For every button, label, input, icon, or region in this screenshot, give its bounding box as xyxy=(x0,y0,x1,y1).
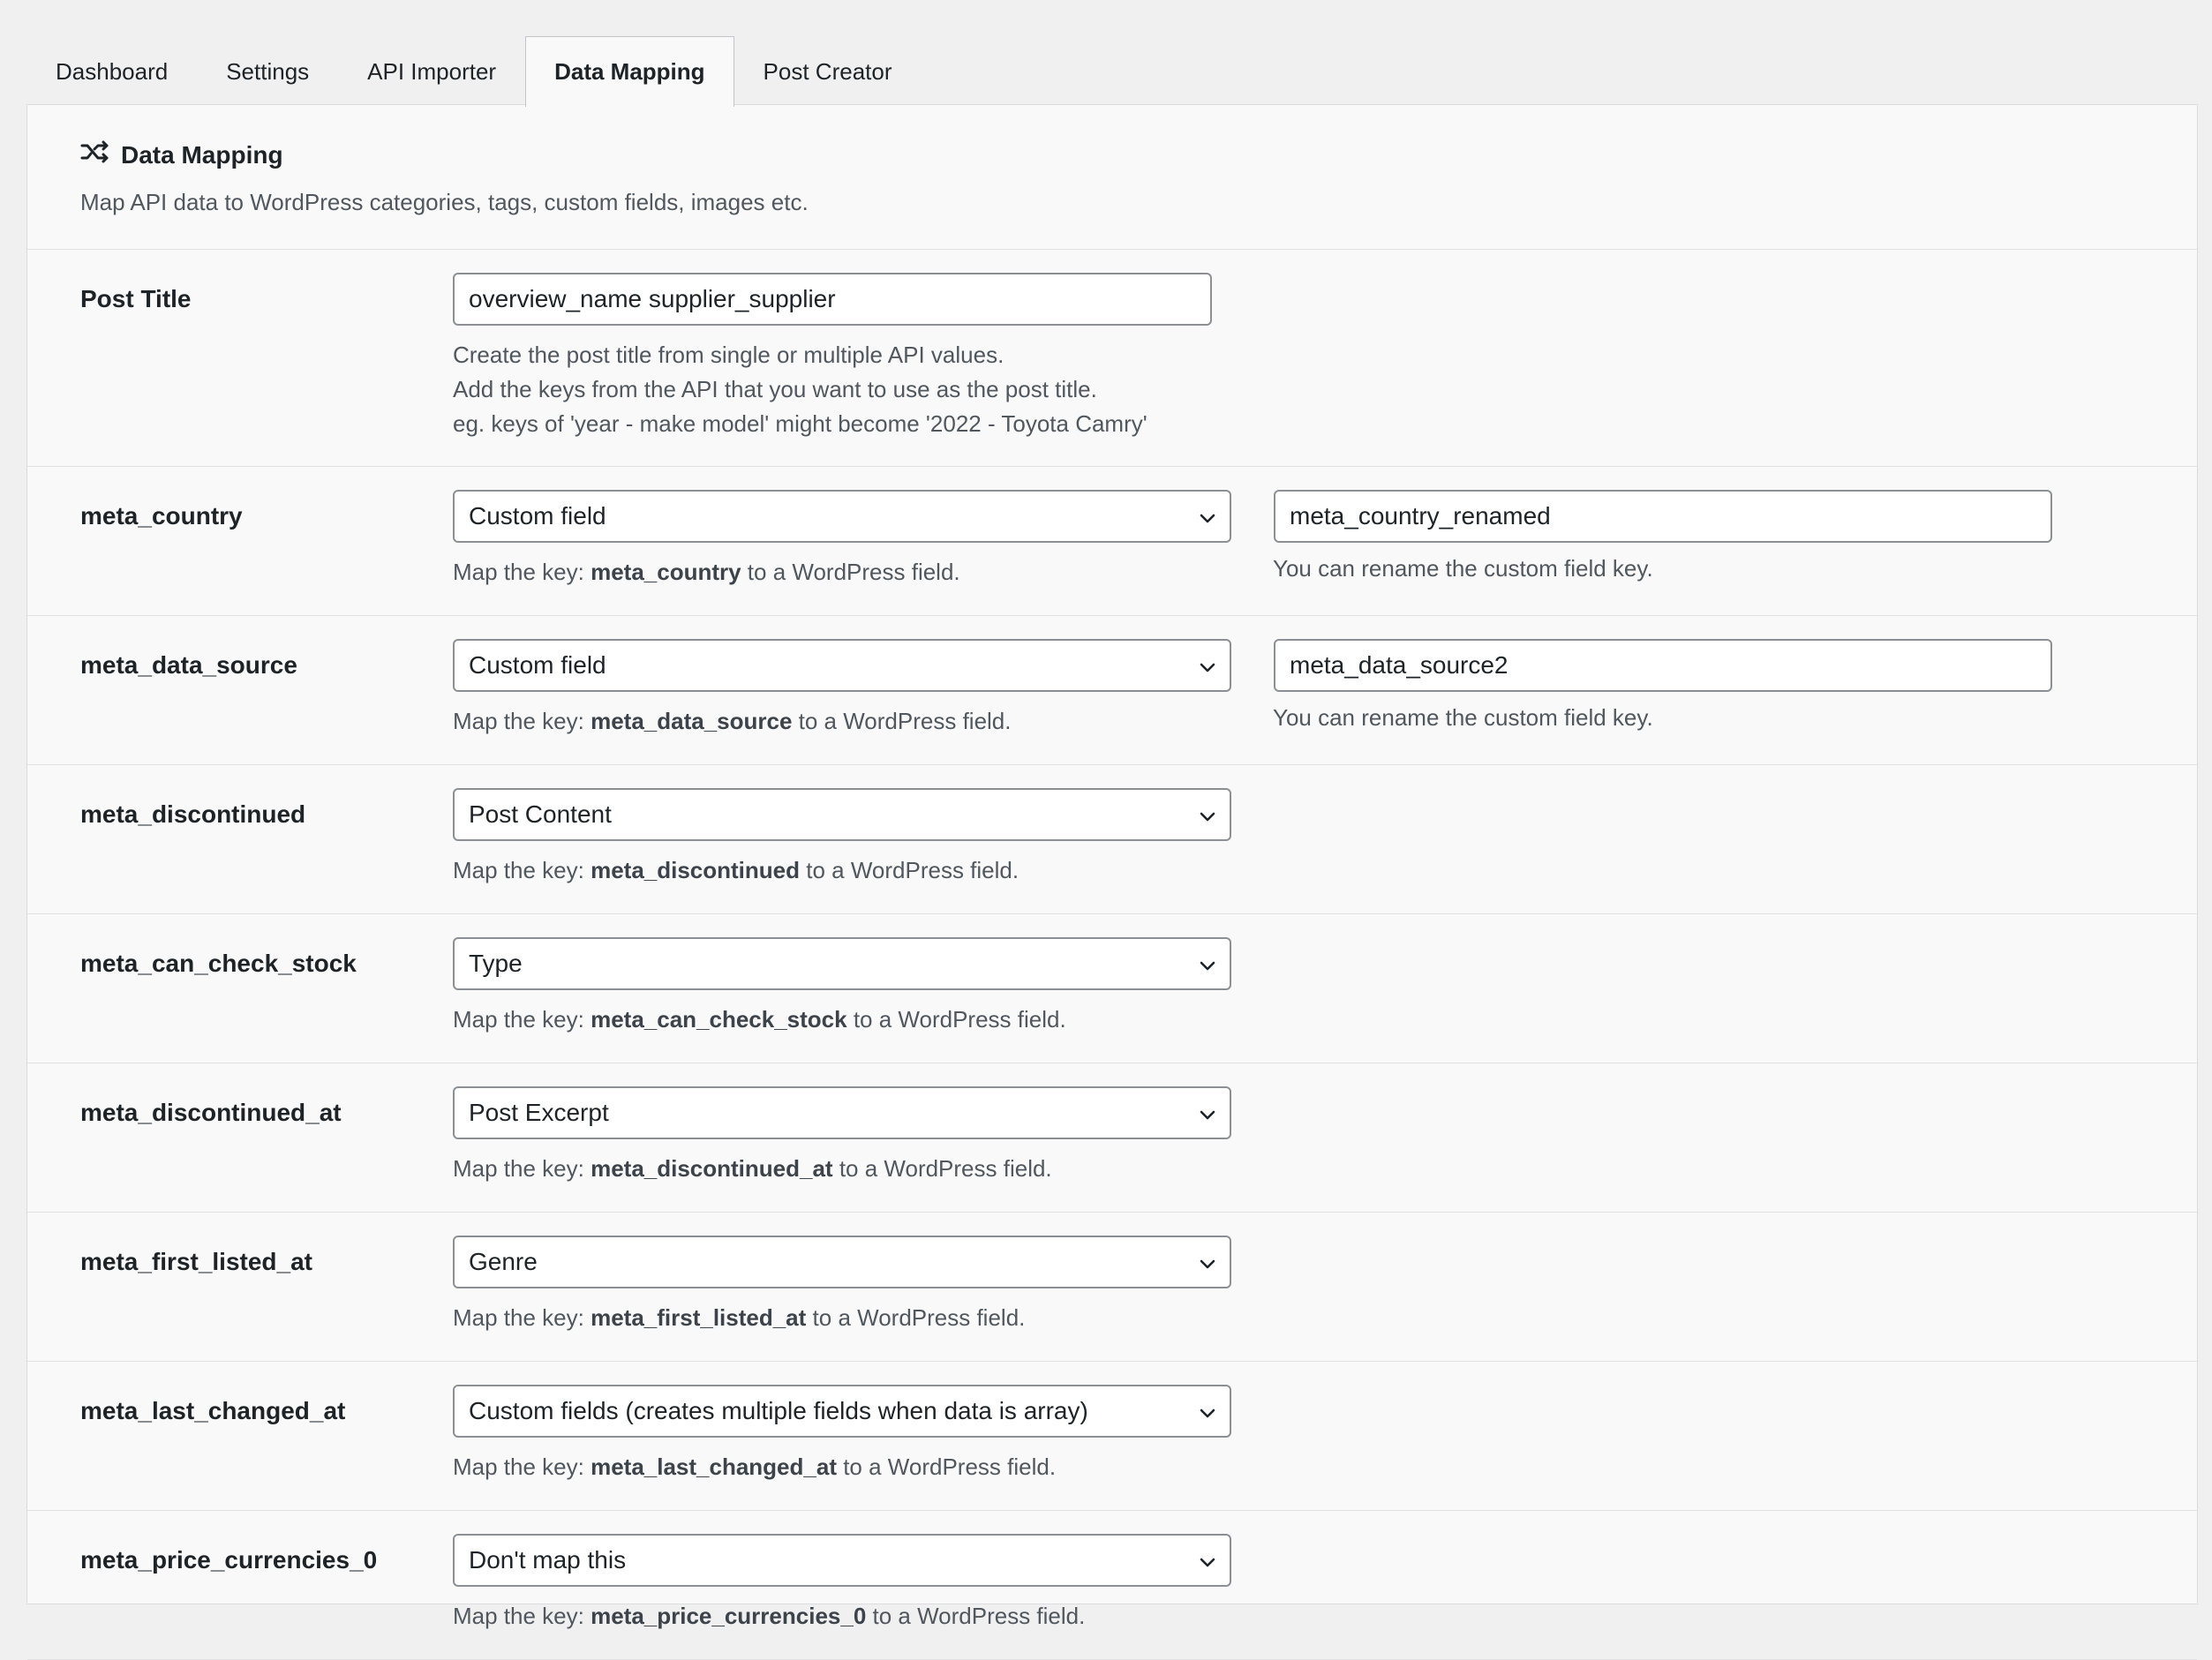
mapping-key-label: meta_can_check_stock xyxy=(80,950,357,977)
help-prefix: Map the key: xyxy=(453,1006,591,1033)
post-title-help-line: eg. keys of 'year - make model' might be… xyxy=(453,410,1147,437)
mapping-row: meta_discontinued Post Content Map the key… xyxy=(27,765,2197,914)
help-suffix: to a WordPress field. xyxy=(800,857,1019,883)
mapping-key-label: meta_first_listed_at xyxy=(80,1248,313,1275)
mapping-help-text: Map the key: meta_data_source to a WordP… xyxy=(453,704,1012,739)
select-value: Genre xyxy=(469,1248,538,1275)
tab-api-importer[interactable]: API Importer xyxy=(338,36,525,106)
select-value: Post Excerpt xyxy=(469,1099,609,1126)
help-key: meta_country xyxy=(591,559,741,585)
post-title-help-line: Add the keys from the API that you want … xyxy=(453,376,1097,402)
rename-help-text: You can rename the custom field key. xyxy=(1273,704,1653,731)
mapping-help-text: Map the key: meta_can_check_stock to a W… xyxy=(453,1003,1066,1037)
mapping-key-label: meta_discontinued xyxy=(80,800,306,828)
select-value: Custom field xyxy=(469,502,606,530)
mapping-row: meta_discontinued_at Post Excerpt Map the … xyxy=(27,1063,2197,1213)
help-prefix: Map the key: xyxy=(453,1453,591,1480)
mapping-row: meta_data_source Custom field Map the key:… xyxy=(27,616,2197,765)
tab-dashboard[interactable]: Dashboard xyxy=(26,36,197,106)
field-mapping-select[interactable]: Genre xyxy=(453,1236,1231,1288)
mapping-rows: meta_country Custom field Map the key: met… xyxy=(27,467,2197,1660)
panel-header: Data Mapping Map API data to WordPress c… xyxy=(27,105,2197,250)
field-mapping-select[interactable]: Type xyxy=(453,937,1231,990)
post-title-help: Create the post title from single or mul… xyxy=(453,338,1147,441)
mapping-help-text: Map the key: meta_country to a WordPress… xyxy=(453,555,960,590)
field-mapping-select[interactable]: Custom field xyxy=(453,639,1231,692)
mapping-help-text: Map the key: meta_discontinued_at to a W… xyxy=(453,1152,1052,1186)
chevron-down-icon xyxy=(1198,655,1217,683)
help-suffix: to a WordPress field. xyxy=(832,1155,1052,1182)
help-suffix: to a WordPress field. xyxy=(846,1006,1066,1033)
mapping-key-label: meta_discontinued_at xyxy=(80,1099,342,1126)
data-mapping-panel: Data Mapping Map API data to WordPress c… xyxy=(26,104,2198,1660)
field-mapping-select[interactable]: Post Content xyxy=(453,788,1231,841)
help-key: meta_data_source xyxy=(591,708,793,734)
page-description: Map API data to WordPress categories, ta… xyxy=(80,189,809,215)
help-suffix: to a WordPress field. xyxy=(836,1453,1057,1480)
mapping-key-label: meta_last_changed_at xyxy=(80,1397,346,1424)
chevron-down-icon xyxy=(1198,953,1217,981)
help-suffix: to a WordPress field. xyxy=(741,559,960,585)
mapping-row: meta_country Custom field Map the key: met… xyxy=(27,467,2197,616)
mapping-key-label: meta_country xyxy=(80,502,243,530)
mapping-row: meta_price_currencies_0 Don't map this Map… xyxy=(27,1511,2197,1660)
chevron-down-icon xyxy=(1198,1102,1217,1130)
help-key: meta_can_check_stock xyxy=(591,1006,847,1033)
chevron-down-icon xyxy=(1198,1401,1217,1429)
post-title-help-line: Create the post title from single or mul… xyxy=(453,342,1004,368)
help-key: meta_price_currencies_0 xyxy=(591,1603,867,1629)
rename-field-input[interactable]: meta_data_source2 xyxy=(1274,639,2052,692)
help-key: meta_last_changed_at xyxy=(591,1453,837,1480)
post-title-row: Post Title overview_name supplier_suppli… xyxy=(27,250,2197,467)
field-mapping-select[interactable]: Don't map this xyxy=(453,1534,1231,1587)
field-mapping-select[interactable]: Custom field xyxy=(453,490,1231,543)
mapping-help-text: Map the key: meta_discontinued to a Word… xyxy=(453,853,1019,888)
field-mapping-select[interactable]: Custom fields (creates multiple fields w… xyxy=(453,1385,1231,1438)
mapping-row: meta_first_listed_at Genre Map the key: me… xyxy=(27,1213,2197,1362)
help-key: meta_discontinued_at xyxy=(591,1155,833,1182)
help-suffix: to a WordPress field. xyxy=(806,1304,1026,1331)
help-prefix: Map the key: xyxy=(453,857,591,883)
help-prefix: Map the key: xyxy=(453,559,591,585)
help-prefix: Map the key: xyxy=(453,1304,591,1331)
panel-title: Data Mapping xyxy=(80,140,2197,169)
select-value: Type xyxy=(469,950,523,977)
chevron-down-icon xyxy=(1198,804,1217,832)
help-suffix: to a WordPress field. xyxy=(792,708,1012,734)
help-suffix: to a WordPress field. xyxy=(866,1603,1086,1629)
chevron-down-icon xyxy=(1198,1251,1217,1280)
shuffle-icon xyxy=(80,140,121,169)
tab-data-mapping[interactable]: Data Mapping xyxy=(525,36,734,107)
mapping-key-label: meta_data_source xyxy=(80,651,297,679)
help-prefix: Map the key: xyxy=(453,1603,591,1629)
post-title-label: Post Title xyxy=(80,285,192,312)
page-title: Data Mapping xyxy=(121,140,283,169)
select-value: Don't map this xyxy=(469,1546,627,1574)
rename-field-input[interactable]: meta_country_renamed xyxy=(1274,490,2052,543)
select-value: Custom field xyxy=(469,651,606,679)
help-prefix: Map the key: xyxy=(453,1155,591,1182)
mapping-help-text: Map the key: meta_first_listed_at to a W… xyxy=(453,1301,1025,1335)
mapping-row: meta_can_check_stock Type Map the key: met… xyxy=(27,914,2197,1063)
help-prefix: Map the key: xyxy=(453,708,591,734)
mapping-help-text: Map the key: meta_price_currencies_0 to … xyxy=(453,1599,1085,1634)
rename-help-text: You can rename the custom field key. xyxy=(1273,555,1653,582)
mapping-help-text: Map the key: meta_last_changed_at to a W… xyxy=(453,1450,1056,1484)
mapping-key-label: meta_price_currencies_0 xyxy=(80,1546,378,1574)
tab-settings[interactable]: Settings xyxy=(197,36,338,106)
help-key: meta_first_listed_at xyxy=(591,1304,807,1331)
chevron-down-icon xyxy=(1198,506,1217,534)
help-key: meta_discontinued xyxy=(591,857,801,883)
field-mapping-select[interactable]: Post Excerpt xyxy=(453,1086,1231,1139)
mapping-row: meta_last_changed_at Custom fields (creat… xyxy=(27,1362,2197,1511)
nav-tabs: Dashboard Settings API Importer Data Map… xyxy=(26,35,922,107)
tab-post-creator[interactable]: Post Creator xyxy=(734,36,922,106)
select-value: Custom fields (creates multiple fields w… xyxy=(469,1397,1088,1424)
chevron-down-icon xyxy=(1198,1550,1217,1578)
post-title-input[interactable]: overview_name supplier_supplier xyxy=(453,273,1212,326)
select-value: Post Content xyxy=(469,800,612,828)
